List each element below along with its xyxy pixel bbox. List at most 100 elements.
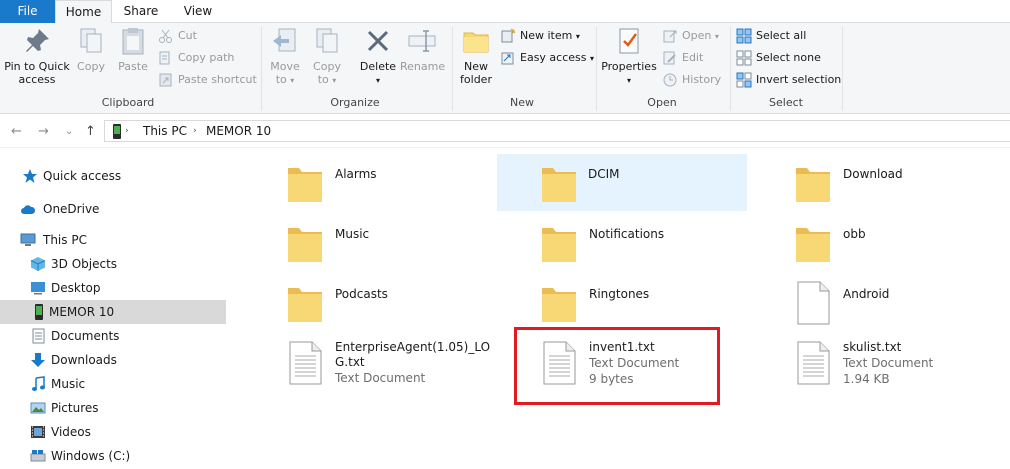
chevron-down-icon: ▾ (332, 76, 337, 85)
blank-file-icon (797, 281, 830, 325)
download-arrow-icon (31, 353, 45, 367)
nav-item-downloads[interactable]: Downloads (0, 348, 226, 372)
nav-item-this-pc[interactable]: This PC (0, 228, 226, 252)
item-name: Podcasts (335, 287, 388, 301)
paste-button[interactable]: Paste (114, 25, 152, 73)
copy-to-icon (316, 28, 338, 53)
new-folder-button[interactable]: New folder (456, 25, 496, 86)
new-item-button[interactable]: New item ▾ (500, 26, 580, 46)
device-icon (113, 124, 121, 139)
tab-home[interactable]: Home (55, 0, 112, 24)
file-item[interactable]: Android (793, 276, 1010, 332)
ribbon-tabs: File Home Share View (0, 0, 1010, 24)
copy-to-button[interactable]: Copy to ▾ (308, 25, 346, 87)
folder-icon (542, 228, 576, 262)
item-type: Text Document (335, 371, 426, 385)
move-to-button[interactable]: Move to ▾ (266, 25, 304, 87)
nav-item-quick-access[interactable]: Quick access (0, 164, 226, 188)
select-all-icon (736, 28, 752, 44)
chevron-down-icon: ▾ (590, 54, 595, 63)
pin-to-quick-access-button[interactable]: Pin to Quick access (4, 25, 70, 86)
folder-icon (796, 228, 830, 262)
edit-button[interactable]: Edit (662, 48, 703, 68)
tab-file[interactable]: File (0, 0, 55, 23)
chevron-down-icon: ▾ (626, 76, 631, 85)
chevron-down-icon: ▾ (575, 32, 580, 41)
ribbon: Pin to Quick access Copy Paste Cut Copy … (0, 23, 1010, 114)
nav-label: Pictures (51, 401, 99, 415)
tab-share[interactable]: Share (112, 0, 170, 23)
nav-label: Desktop (51, 281, 101, 295)
address-row: ← → ⌄ ↑ › This PC › MEMOR 10 (0, 114, 1010, 148)
invert-selection-button[interactable]: Invert selection (736, 70, 841, 90)
forward-arrow-icon[interactable]: → (38, 124, 49, 139)
cube-icon (30, 257, 46, 271)
item-name: Ringtones (589, 287, 650, 301)
cut-button[interactable]: Cut (158, 26, 197, 46)
folder-item[interactable]: Ringtones (539, 276, 789, 332)
nav-item-desktop[interactable]: Desktop (0, 276, 226, 300)
star-icon (23, 169, 37, 183)
properties-label: Properties (601, 60, 657, 73)
delete-caret-wrap: ▾ (356, 73, 400, 87)
cloud-icon (21, 205, 36, 214)
folder-item[interactable]: Podcasts (285, 276, 535, 332)
rename-icon (408, 30, 436, 52)
nav-item-pictures[interactable]: Pictures (0, 396, 226, 420)
history-label: History (682, 73, 722, 86)
select-all-button[interactable]: Select all (736, 26, 806, 46)
history-button[interactable]: History (662, 70, 721, 90)
tab-view[interactable]: View (170, 0, 226, 23)
folder-item[interactable]: DCIM (497, 154, 747, 211)
breadcrumb-memor-10[interactable]: MEMOR 10 (206, 124, 271, 138)
text-document-icon (797, 341, 830, 385)
picture-icon (30, 402, 46, 414)
nav-item-videos[interactable]: Videos (0, 420, 226, 444)
nav-item-onedrive[interactable]: OneDrive (0, 197, 226, 221)
recent-locations-chevron-icon[interactable]: ⌄ (65, 126, 73, 137)
select-none-button[interactable]: Select none (736, 48, 821, 68)
folder-icon (542, 168, 576, 202)
address-bar[interactable]: › This PC › MEMOR 10 (104, 120, 1010, 142)
group-label-clipboard: Clipboard (101, 96, 155, 109)
delete-button[interactable]: Delete ▾ (356, 25, 400, 87)
move-to-icon (273, 28, 296, 52)
copy-path-button[interactable]: Copy path (158, 48, 234, 68)
breadcrumb-this-pc[interactable]: This PC (143, 124, 187, 138)
easy-access-button[interactable]: Easy access ▾ (500, 48, 594, 68)
nav-item-3d-objects[interactable]: 3D Objects (0, 252, 226, 276)
invert-selection-label: Invert selection (756, 73, 842, 86)
rename-button[interactable]: Rename (400, 25, 445, 73)
copy-button[interactable]: Copy (74, 25, 108, 73)
easy-access-label: Easy access (520, 51, 587, 64)
nav-item-music[interactable]: Music (0, 372, 226, 396)
chevron-down-icon: ▾ (714, 32, 719, 41)
group-label-select: Select (769, 96, 803, 109)
folder-item[interactable]: Notifications (539, 216, 789, 272)
nav-item-documents[interactable]: Documents (0, 324, 226, 348)
item-name: EnterpriseAgent(1.05)_LOG.txt (335, 340, 491, 369)
folder-item[interactable]: Music (285, 216, 535, 272)
nav-label: MEMOR 10 (49, 305, 115, 319)
folder-item[interactable]: obb (793, 216, 1010, 272)
file-item[interactable]: EnterpriseAgent(1.05)_LOG.txt Text Docum… (285, 336, 535, 396)
move-to-label-2: to (275, 73, 287, 86)
breadcrumb-separator-icon: › (193, 126, 197, 136)
group-label-organize: Organize (330, 96, 380, 109)
back-arrow-icon[interactable]: ← (11, 124, 22, 139)
folder-item[interactable]: Download (793, 156, 1010, 212)
group-label-open: Open (647, 96, 677, 109)
music-note-icon (32, 376, 45, 391)
up-arrow-icon[interactable]: ↑ (85, 124, 96, 139)
move-to-label-2-wrap: to ▾ (266, 73, 304, 87)
paste-shortcut-button[interactable]: Paste shortcut (158, 70, 257, 90)
paste-label: Paste (118, 60, 148, 73)
nav-item-memor-10[interactable]: MEMOR 10 (0, 300, 226, 324)
ribbon-separator (730, 27, 731, 111)
file-item[interactable]: skulist.txt Text Document 1.94 KB (793, 336, 1010, 392)
properties-button[interactable]: Properties ▾ (600, 25, 658, 87)
item-name: Music (335, 227, 370, 241)
open-button[interactable]: Open ▾ (662, 26, 719, 46)
nav-item-windows-c[interactable]: Windows (C:) (0, 444, 226, 468)
nav-label: Windows (C:) (51, 449, 131, 463)
